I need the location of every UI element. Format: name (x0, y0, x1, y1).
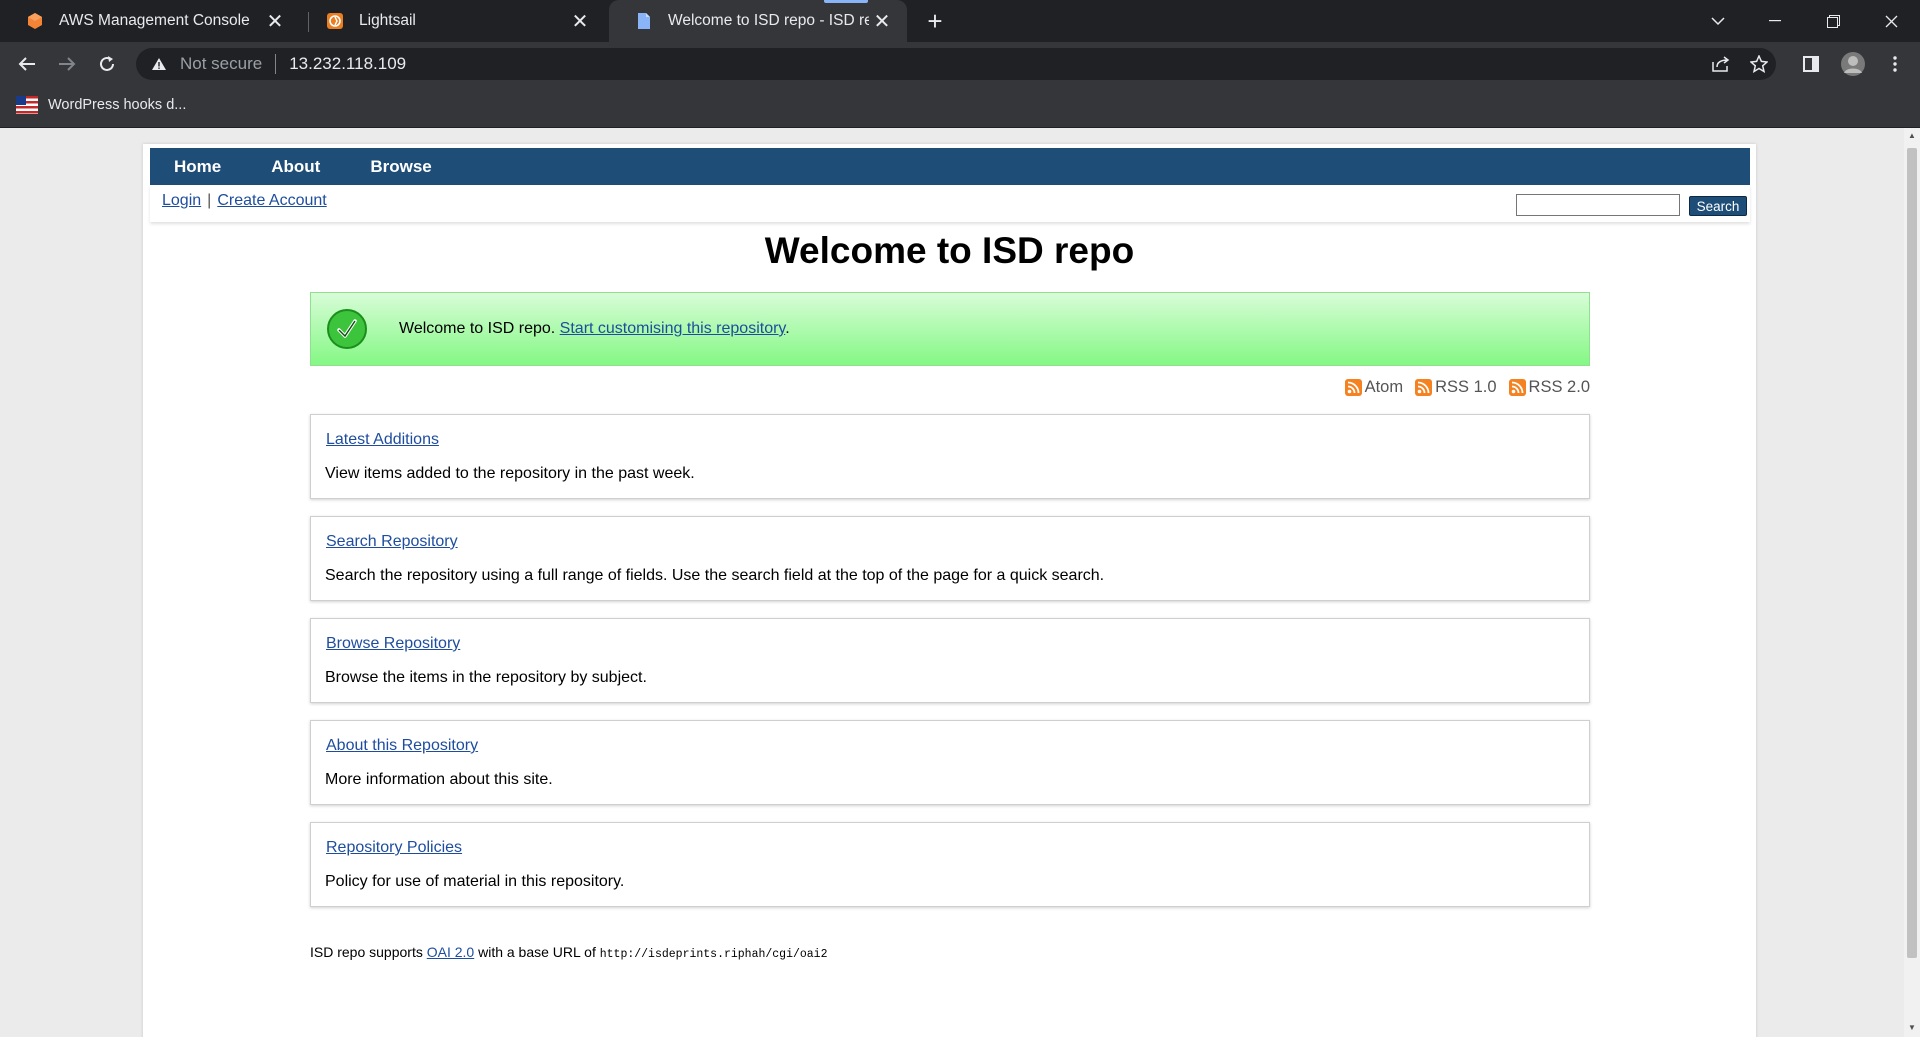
bookmarks-bar: WordPress hooks d... (0, 86, 1920, 128)
rss-feed-icon (1344, 379, 1362, 396)
share-icon[interactable] (1711, 54, 1731, 74)
page-viewport: Home About Browse Login | Create Account S… (0, 128, 1904, 1037)
tab-search-chevron-icon[interactable] (1693, 0, 1743, 42)
tab-lightsail[interactable]: Lightsail ✕ (300, 0, 605, 42)
warning-triangle-icon[interactable] (150, 55, 168, 73)
tab-aws-console[interactable]: AWS Management Console ✕ (0, 0, 300, 42)
close-window-icon[interactable] (1866, 0, 1916, 42)
latest-additions-box: Latest Additions View items added to the… (310, 414, 1590, 499)
search-button[interactable]: Search (1689, 196, 1747, 216)
feed-links: Atom RSS 1.0 RSS 2.0 (1341, 378, 1590, 397)
footer-prefix: ISD repo supports (310, 944, 423, 960)
link-separator: | (207, 192, 212, 209)
welcome-suffix: . (785, 320, 790, 337)
us-flag-icon (16, 96, 38, 114)
rss1-feed-link[interactable]: RSS 1.0 (1415, 378, 1497, 397)
lightsail-icon (325, 12, 344, 31)
back-arrow-icon[interactable] (12, 49, 42, 79)
close-tab-icon[interactable]: ✕ (262, 8, 288, 34)
oai-link[interactable]: OAI 2.0 (427, 944, 474, 960)
vertical-scrollbar[interactable]: ▲ ▼ (1904, 128, 1920, 1037)
welcome-text: Welcome to ISD repo. Start customising t… (399, 320, 790, 338)
page-title: Welcome to ISD repo (764, 230, 1135, 271)
welcome-message: Welcome to ISD repo. Start customising t… (310, 292, 1590, 366)
rss-feed-icon (1508, 379, 1526, 396)
repository-policies-link[interactable]: Repository Policies (326, 839, 462, 857)
scroll-up-arrow-icon[interactable]: ▲ (1907, 131, 1917, 141)
menu-browse-link[interactable]: Browse (370, 157, 431, 177)
welcome-lead: Welcome to ISD repo. (399, 320, 556, 337)
address-bar[interactable]: Not secure 13.232.118.109 (136, 48, 1776, 80)
oai-base-url: http://isdeprints.riphah/cgi/oai2 (599, 948, 828, 961)
browser-toolbar: Not secure 13.232.118.109 (0, 42, 1920, 86)
box-description: Browse the items in the repository by su… (325, 669, 647, 686)
feed-label[interactable]: Atom (1365, 378, 1404, 397)
login-links: Login | Create Account (162, 192, 327, 210)
search-input[interactable] (1516, 194, 1680, 216)
tab-title: Lightsail (359, 12, 416, 29)
close-tab-icon[interactable]: ✕ (567, 8, 593, 34)
new-tab-plus-icon[interactable]: + (920, 6, 950, 36)
page-container: Home About Browse Login | Create Account S… (143, 144, 1756, 1037)
scrollbar-thumb[interactable] (1907, 148, 1917, 958)
side-panel-icon[interactable] (1796, 49, 1826, 79)
browse-repository-box: Browse Repository Browse the items in th… (310, 618, 1590, 703)
minimize-icon[interactable] (1750, 0, 1800, 42)
restore-icon[interactable] (1808, 0, 1858, 42)
login-search-bar: Login | Create Account Search (150, 185, 1750, 222)
profile-avatar[interactable] (1838, 49, 1868, 79)
latest-additions-link[interactable]: Latest Additions (326, 431, 439, 449)
start-customising-link[interactable]: Start customising this repository (560, 320, 786, 337)
bookmark-wordpress-hooks[interactable]: WordPress hooks d... (16, 96, 186, 114)
tab-isd-repo[interactable]: Welcome to ISD repo - ISD repo ✕ (609, 0, 907, 42)
feed-label[interactable]: RSS 1.0 (1435, 378, 1496, 397)
box-description: More information about this site. (325, 771, 553, 788)
scroll-down-arrow-icon[interactable]: ▼ (1907, 1023, 1917, 1033)
box-description: Search the repository using a full range… (325, 567, 1105, 584)
tab-loading-indicator (824, 0, 868, 3)
document-icon (634, 12, 653, 31)
feed-label[interactable]: RSS 2.0 (1529, 378, 1590, 397)
tab-bar: AWS Management Console ✕ Lightsail ✕ Wel… (0, 0, 1920, 42)
footer-middle: with a base URL of (478, 944, 596, 960)
address-divider (275, 54, 277, 74)
bookmark-star-icon[interactable] (1749, 54, 1769, 74)
tab-title: AWS Management Console (59, 12, 250, 29)
security-status-label[interactable]: Not secure (180, 54, 262, 74)
rss2-feed-link[interactable]: RSS 2.0 (1508, 378, 1590, 397)
url-text[interactable]: 13.232.118.109 (289, 54, 406, 74)
about-repository-link[interactable]: About this Repository (326, 737, 478, 755)
login-link[interactable]: Login (162, 192, 201, 209)
kebab-menu-icon[interactable] (1880, 49, 1910, 79)
forward-arrow-icon[interactable] (52, 49, 82, 79)
reload-icon[interactable] (92, 49, 122, 79)
search-repository-link[interactable]: Search Repository (326, 533, 458, 551)
atom-feed-link[interactable]: Atom (1344, 378, 1404, 397)
box-description: View items added to the repository in th… (325, 465, 695, 482)
bookmark-label: WordPress hooks d... (48, 97, 187, 113)
repository-policies-box: Repository Policies Policy for use of ma… (310, 822, 1590, 907)
browse-repository-link[interactable]: Browse Repository (326, 635, 460, 653)
create-account-link[interactable]: Create Account (217, 192, 326, 209)
close-tab-icon[interactable]: ✕ (869, 8, 895, 34)
oai-footer: ISD repo supports OAI 2.0 with a base UR… (310, 944, 828, 961)
box-description: Policy for use of material in this repos… (325, 873, 625, 890)
menu-about-link[interactable]: About (271, 157, 320, 177)
tab-title: Welcome to ISD repo - ISD repo (668, 12, 869, 29)
menu-home-link[interactable]: Home (174, 157, 221, 177)
aws-icon (25, 12, 44, 31)
success-check-icon (327, 309, 367, 349)
rss-feed-icon (1415, 379, 1433, 396)
main-menu: Home About Browse (150, 148, 1750, 185)
about-repository-box: About this Repository More information a… (310, 720, 1590, 805)
search-repository-box: Search Repository Search the repository … (310, 516, 1590, 601)
